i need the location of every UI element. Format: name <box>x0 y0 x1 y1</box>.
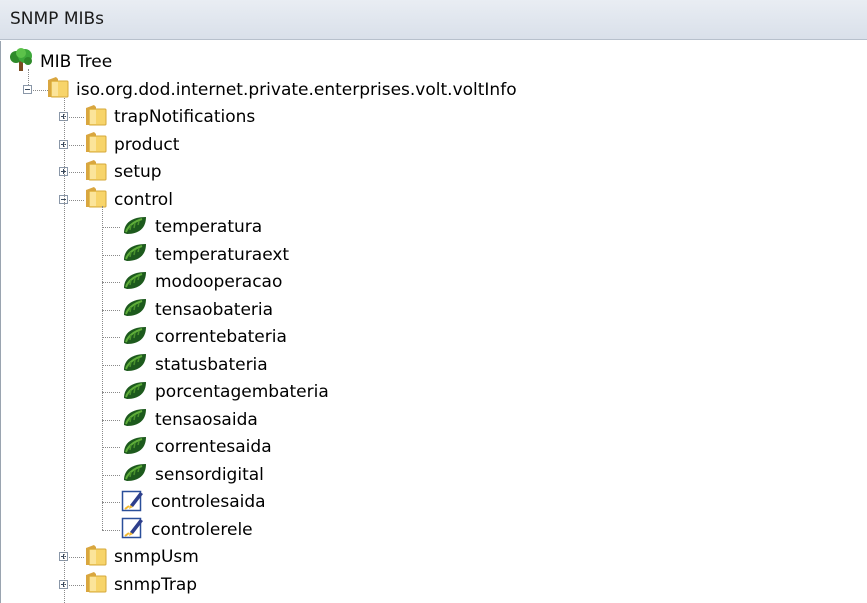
folder-open-icon <box>84 186 108 213</box>
tree-node-setup[interactable]: setup <box>84 159 162 185</box>
leaf-icon <box>121 241 149 268</box>
tree-node-label: snmpTrap <box>114 574 198 595</box>
tree-connector <box>102 474 120 476</box>
folder-icon <box>84 571 108 598</box>
tree-node-label: temperaturaext <box>155 244 290 265</box>
tree-node-label: control <box>114 189 173 210</box>
leaf-icon <box>121 434 149 461</box>
tree-leaf-controlerele[interactable]: controlerele <box>121 517 253 543</box>
leaf-icon <box>121 214 149 241</box>
tree-node-product[interactable]: product <box>84 132 179 158</box>
folder-open-icon <box>46 76 70 103</box>
folder-icon <box>84 159 108 186</box>
snmp-mibs-panel: SNMP MIBs MIB Tree iso.org.dod.internet.p… <box>0 0 867 603</box>
tree-connector <box>102 364 120 366</box>
tree-leaf-temperatura[interactable]: temperatura <box>121 214 262 240</box>
leaf-icon <box>121 379 149 406</box>
tree-connector <box>102 392 120 393</box>
tree-connector <box>102 254 120 256</box>
tree-connector <box>102 337 120 338</box>
tree-node-label: sensordigital <box>155 464 264 485</box>
tree-node-voltinfo[interactable]: iso.org.dod.internet.private.enterprises… <box>46 77 517 103</box>
collapse-toggle-icon[interactable] <box>23 84 32 94</box>
tree-leaf-correntebateria[interactable]: correntebateria <box>121 324 287 350</box>
tree-connector <box>102 419 120 421</box>
tree-leaf-tensaosaida[interactable]: tensaosaida <box>121 407 258 433</box>
tree-node-label: modooperacao <box>155 272 283 292</box>
tree-node-label: iso.org.dod.internet.private.enterprises… <box>76 79 517 100</box>
writable-pen-icon <box>121 488 145 517</box>
tree-node-label: MIB Tree <box>40 52 113 72</box>
tree-node-trapnotifications[interactable]: trapNotifications <box>84 104 255 130</box>
tree-node-label: snmpUsm <box>114 547 199 567</box>
tree-leaf-porcentagembateria[interactable]: porcentagembateria <box>121 379 329 405</box>
tree-node-label: trapNotifications <box>114 107 256 127</box>
mib-tree-root-icon <box>8 47 34 77</box>
leaf-icon <box>121 461 149 488</box>
tree-node-snmptrap[interactable]: snmpTrap <box>84 572 197 598</box>
panel-titlebar: SNMP MIBs <box>0 0 867 40</box>
tree-leaf-statusbateria[interactable]: statusbateria <box>121 352 268 378</box>
tree-connector <box>102 529 120 531</box>
mib-tree[interactable]: MIB Tree iso.org.dod.internet.private.ent… <box>0 41 860 603</box>
tree-connector <box>102 309 120 311</box>
tree-node-label: statusbateria <box>155 354 268 375</box>
tree-root[interactable]: MIB Tree <box>8 47 113 77</box>
tree-node-label: product <box>114 134 180 155</box>
tree-node-label: tensaobateria <box>155 299 274 320</box>
tree-node-label: porcentagembateria <box>155 382 329 402</box>
tree-leaf-tensaobateria[interactable]: tensaobateria <box>121 297 273 323</box>
tree-node-label: controlesaida <box>151 492 266 512</box>
tree-leaf-temperaturaext[interactable]: temperaturaext <box>121 242 289 268</box>
leaf-icon <box>121 406 149 433</box>
tree-leaf-sensordigital[interactable]: sensordigital <box>121 462 264 488</box>
tree-node-label: temperatura <box>155 217 263 237</box>
folder-icon <box>84 131 108 158</box>
tree-leaf-correntesaida[interactable]: correntesaida <box>121 434 272 460</box>
leaf-icon <box>121 269 149 296</box>
tree-connector <box>28 69 29 85</box>
tree-node-label: setup <box>114 162 162 182</box>
tree-node-label: correntebateria <box>155 327 287 347</box>
tree-node-snmpusm[interactable]: snmpUsm <box>84 544 199 570</box>
tree-connector <box>102 205 103 530</box>
leaf-icon <box>121 324 149 351</box>
tree-node-label: controlerele <box>151 519 253 540</box>
folder-icon <box>84 544 108 571</box>
folder-icon <box>84 104 108 131</box>
tree-node-label: tensaosaida <box>155 409 258 430</box>
tree-node-label: correntesaida <box>155 437 272 457</box>
panel-title: SNMP MIBs <box>10 9 105 29</box>
tree-leaf-modooperacao[interactable]: modooperacao <box>121 269 282 295</box>
writable-pen-icon <box>121 515 145 544</box>
leaf-icon <box>121 296 149 323</box>
tree-connector <box>102 227 120 228</box>
leaf-icon <box>121 351 149 378</box>
tree-connector <box>102 447 120 448</box>
tree-leaf-controlesaida[interactable]: controlesaida <box>121 489 266 515</box>
tree-connector <box>64 97 65 603</box>
tree-connector <box>102 282 120 283</box>
tree-node-control[interactable]: control <box>84 187 173 213</box>
tree-connector <box>102 502 120 503</box>
